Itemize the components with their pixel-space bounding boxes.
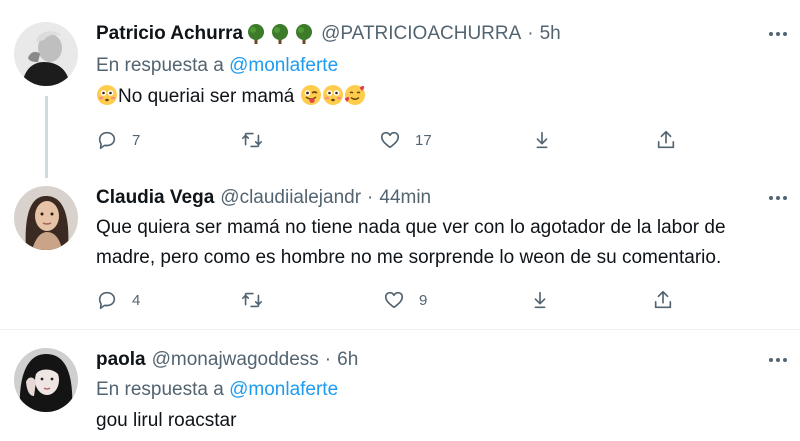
tree-icon bbox=[269, 23, 291, 45]
tweet-text: gou lirul roacstar bbox=[96, 410, 237, 431]
reply-count: 4 bbox=[132, 291, 141, 309]
tweet-text-line-1: Que quiera ser mamá no tiene nada que ve… bbox=[96, 217, 726, 238]
reply-prefix: En respuesta a bbox=[96, 379, 224, 400]
tweet-text: No queriai ser mamá bbox=[96, 82, 366, 112]
download-icon bbox=[536, 131, 548, 149]
avatar[interactable] bbox=[14, 186, 78, 250]
avatar[interactable] bbox=[14, 22, 78, 86]
reply-mention-link[interactable]: @monlaferte bbox=[229, 55, 338, 76]
retweet-icon bbox=[242, 292, 262, 308]
reply-mention-link[interactable]: @monlaferte bbox=[229, 379, 338, 400]
reply-context: En respuesta a @monlaferte bbox=[96, 54, 338, 78]
download-button[interactable] bbox=[529, 287, 551, 313]
tweet-paola[interactable]: paola @monajwagoddess · 6h En respuesta … bbox=[0, 330, 800, 441]
like-button[interactable]: 9 bbox=[383, 287, 427, 313]
name-badges bbox=[245, 23, 315, 45]
tweet-patricio[interactable]: Patricio Achurra @PATRICIOACHURRA · 5h E… bbox=[0, 0, 800, 180]
reply-count: 7 bbox=[132, 131, 141, 149]
download-button[interactable] bbox=[531, 127, 553, 153]
reply-context: En respuesta a @monlaferte bbox=[96, 378, 338, 402]
retweet-button[interactable] bbox=[241, 287, 277, 313]
tweet-text-body: No queriai ser mamá bbox=[118, 86, 295, 107]
display-name[interactable]: paola bbox=[96, 348, 146, 372]
like-count: 9 bbox=[419, 291, 428, 309]
flushed-face-emoji-icon bbox=[96, 84, 118, 106]
thread-connector-line bbox=[45, 96, 48, 178]
tree-icon bbox=[293, 23, 315, 45]
separator-dot: · bbox=[367, 187, 374, 208]
share-button[interactable] bbox=[652, 287, 674, 313]
more-options-icon[interactable] bbox=[766, 186, 790, 210]
more-options-icon[interactable] bbox=[766, 348, 790, 372]
handle[interactable]: @PATRICIOACHURRA bbox=[321, 22, 521, 46]
retweet-button[interactable] bbox=[241, 127, 277, 153]
heart-icon bbox=[384, 291, 404, 309]
more-options-icon[interactable] bbox=[766, 22, 790, 46]
reply-icon bbox=[98, 131, 116, 150]
reply-button[interactable]: 7 bbox=[96, 127, 140, 153]
like-button[interactable]: 17 bbox=[379, 127, 432, 153]
like-count: 17 bbox=[415, 131, 432, 149]
avatar[interactable] bbox=[14, 348, 78, 412]
handle[interactable]: @claudiialejandr bbox=[220, 186, 361, 210]
smiling-hearts-emoji-icon bbox=[344, 84, 366, 106]
timestamp[interactable]: 5h bbox=[540, 22, 561, 46]
display-name[interactable]: Claudia Vega bbox=[96, 186, 214, 210]
download-icon bbox=[534, 291, 546, 309]
reply-prefix: En respuesta a bbox=[96, 55, 224, 76]
tweet-header: paola @monajwagoddess · 6h bbox=[96, 348, 358, 372]
tweet-actions: 4 9 bbox=[96, 287, 696, 313]
display-name[interactable]: Patricio Achurra bbox=[96, 22, 243, 46]
tweet-claudia[interactable]: Claudia Vega @claudiialejandr · 44min Qu… bbox=[0, 180, 800, 328]
reply-button[interactable]: 4 bbox=[96, 287, 140, 313]
heart-icon bbox=[380, 131, 400, 149]
tweet-header: Claudia Vega @claudiialejandr · 44min bbox=[96, 186, 431, 210]
timestamp[interactable]: 44min bbox=[379, 186, 431, 210]
timestamp[interactable]: 6h bbox=[337, 348, 358, 372]
flushed-face-emoji-icon bbox=[322, 84, 344, 106]
separator-dot: · bbox=[527, 23, 534, 44]
share-icon bbox=[657, 130, 675, 149]
reply-icon bbox=[98, 291, 116, 310]
tree-icon bbox=[245, 23, 267, 45]
tweet-header: Patricio Achurra @PATRICIOACHURRA · 5h bbox=[96, 22, 561, 46]
handle[interactable]: @monajwagoddess bbox=[152, 348, 319, 372]
tweet-text-line-2: madre, pero como es hombre no me sorpren… bbox=[96, 247, 722, 268]
winking-tongue-emoji-icon bbox=[300, 84, 322, 106]
tweet-actions: 7 17 bbox=[96, 127, 696, 153]
separator-dot: · bbox=[324, 349, 332, 370]
share-icon bbox=[654, 290, 672, 309]
retweet-icon bbox=[242, 132, 262, 148]
share-button[interactable] bbox=[655, 127, 677, 153]
